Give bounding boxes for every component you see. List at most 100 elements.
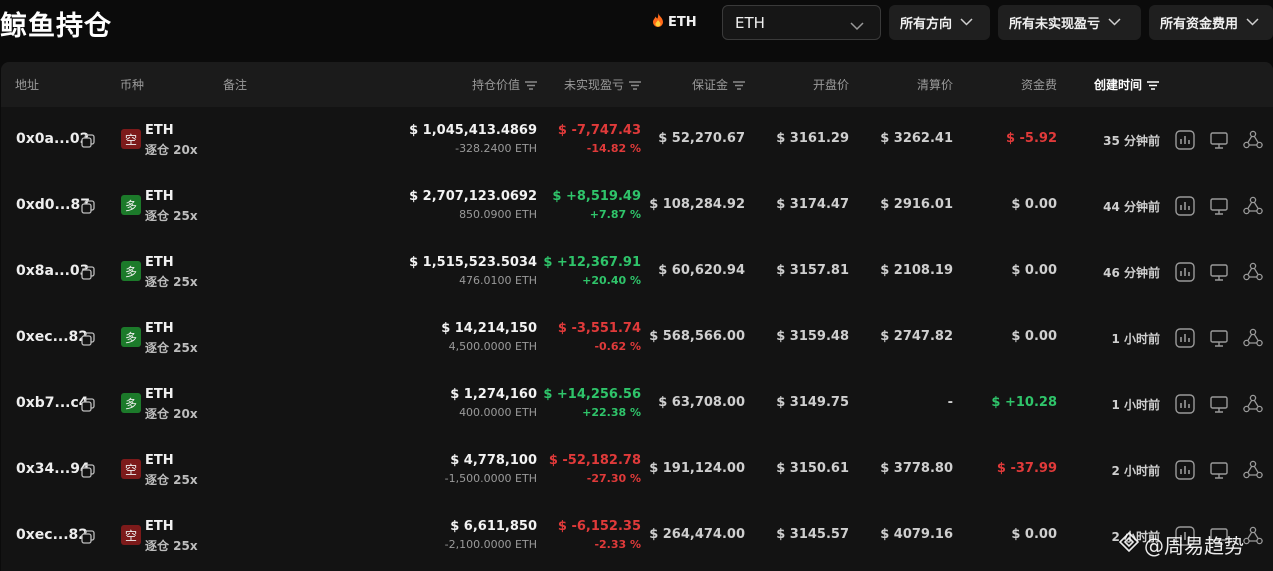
address-text[interactable]: 0xb7...c4 [16,395,89,411]
unrealized-pnl: $ -6,152.35 [557,519,641,534]
address-text[interactable]: 0x0a...02 [16,131,89,147]
copy-icon[interactable] [81,529,95,548]
column-note: 备注 [223,78,248,92]
margin-value: $ 60,620.94 [658,263,745,278]
share-icon[interactable] [1242,261,1264,283]
coin-name: ETH [145,123,174,138]
leverage-label: 逐仓 20x [145,143,198,157]
address-text[interactable]: 0xd0...87 [16,197,90,213]
leverage-label: 逐仓 25x [145,275,198,289]
column-address: 地址 [15,78,40,92]
monitor-icon[interactable] [1208,327,1230,349]
leverage-label: 逐仓 25x [145,341,198,355]
column-open-price: 开盘价 [812,78,849,92]
column-position-value[interactable]: 持仓价值 [472,76,537,93]
table-row[interactable]: 0xec...82 多 ETH 逐仓 25x $ 14,214,150 4,50… [1,305,1273,371]
funding-fee: $ -5.92 [1005,131,1057,146]
copy-icon[interactable] [81,265,95,284]
share-icon[interactable] [1242,393,1264,415]
monitor-icon[interactable] [1208,393,1230,415]
fire-icon [652,13,664,31]
open-price: $ 3157.81 [776,263,849,278]
coin-select[interactable]: ETH [722,5,881,40]
chart-icon[interactable] [1174,459,1196,481]
share-icon[interactable] [1242,459,1264,481]
chevron-down-icon [850,17,864,35]
column-margin-label: 保证金 [691,78,728,92]
copy-icon[interactable] [81,133,95,152]
column-created-time[interactable]: 创建时间 [1094,76,1160,93]
column-unrealized-pnl[interactable]: 未实现盈亏 [564,76,641,93]
unrealized-pnl-percent: -27.30 % [586,472,641,485]
column-coin: 币种 [120,78,145,92]
table-row[interactable]: 0xec...82 空 ETH 逐仓 25x $ 6,611,850 -2,10… [1,503,1273,569]
side-badge: 多 [121,261,141,281]
position-value: $ 14,214,150 [441,321,537,336]
copy-icon[interactable] [81,199,95,218]
position-value: $ 4,778,100 [450,453,537,468]
unrealized-pnl: $ +8,519.49 [552,189,641,204]
coin-name: ETH [145,189,174,204]
monitor-icon[interactable] [1208,129,1230,151]
margin-value: $ 108,284.92 [649,197,745,212]
copy-icon[interactable] [81,397,95,416]
address-text[interactable]: 0x8a...03 [16,263,89,279]
chart-icon[interactable] [1174,327,1196,349]
created-time: 2 小时前 [1111,464,1160,478]
side-badge: 多 [121,327,141,347]
coin-chip-label: ETH [668,14,697,30]
funding-fee: $ 0.00 [1011,329,1057,344]
funding-filter-label: 所有资金费用 [1160,17,1239,32]
coin-name: ETH [145,255,174,270]
coin-chip[interactable]: ETH [652,11,712,33]
margin-value: $ 264,474.00 [649,527,745,542]
open-price: $ 3150.61 [776,461,849,476]
monitor-icon[interactable] [1208,261,1230,283]
liquidation-price: $ 2916.01 [880,197,953,212]
share-icon[interactable] [1242,195,1264,217]
chart-icon[interactable] [1174,261,1196,283]
chart-icon[interactable] [1174,195,1196,217]
liquidation-price: $ 2747.82 [880,329,953,344]
address-text[interactable]: 0x34...94 [16,461,90,477]
table-row[interactable]: 0x0a...02 空 ETH 逐仓 20x $ 1,045,413.4869 … [1,107,1273,173]
created-time: 44 分钟前 [1103,200,1160,214]
unrealized-pnl: $ -3,551.74 [557,321,641,336]
diamond-logo-icon [1118,531,1140,558]
monitor-icon[interactable] [1208,195,1230,217]
sort-icon [525,79,537,93]
position-size: -328.2400 ETH [455,142,537,155]
side-badge: 多 [121,195,141,215]
table-row[interactable]: 0x8a...03 多 ETH 逐仓 25x $ 1,515,523.5034 … [1,239,1273,305]
unrealized-pnl-percent: +7.87 % [589,208,641,221]
position-value: $ 1,045,413.4869 [409,123,537,138]
sort-icon [733,79,745,93]
share-icon[interactable] [1242,525,1264,547]
direction-filter[interactable]: 所有方向 [889,5,990,40]
column-margin[interactable]: 保证金 [692,76,745,93]
leverage-label: 逐仓 25x [145,539,198,553]
margin-value: $ 191,124.00 [649,461,745,476]
table-row[interactable]: 0xb7...c4 多 ETH 逐仓 20x $ 1,274,160 400.0… [1,371,1273,437]
unrealized-pnl-percent: -2.33 % [594,538,641,551]
unrealized-pnl: $ +14,256.56 [543,387,641,402]
table-row[interactable]: 0x34...94 空 ETH 逐仓 25x $ 4,778,100 -1,50… [1,437,1273,503]
table-row[interactable]: 0xd0...87 多 ETH 逐仓 25x $ 2,707,123.0692 … [1,173,1273,239]
direction-filter-label: 所有方向 [900,17,953,32]
chart-icon[interactable] [1174,393,1196,415]
share-icon[interactable] [1242,327,1264,349]
column-liq-price: 清算价 [916,78,953,92]
address-text[interactable]: 0xec...82 [16,527,88,543]
funding-filter[interactable]: 所有资金费用 [1149,5,1273,40]
share-icon[interactable] [1242,129,1264,151]
position-value: $ 1,515,523.5034 [409,255,537,270]
chart-icon[interactable] [1174,129,1196,151]
monitor-icon[interactable] [1208,459,1230,481]
pnl-filter[interactable]: 所有未实现盈亏 [998,5,1141,40]
top-bar: 鲸鱼持仓 ETH ETH 所有方向 所有未实现盈亏 所有资金费用 [0,0,1273,62]
funding-fee: $ 0.00 [1011,263,1057,278]
copy-icon[interactable] [81,331,95,350]
address-text[interactable]: 0xec...82 [16,329,88,345]
copy-icon[interactable] [81,463,95,482]
position-size: -2,100.0000 ETH [444,538,537,551]
